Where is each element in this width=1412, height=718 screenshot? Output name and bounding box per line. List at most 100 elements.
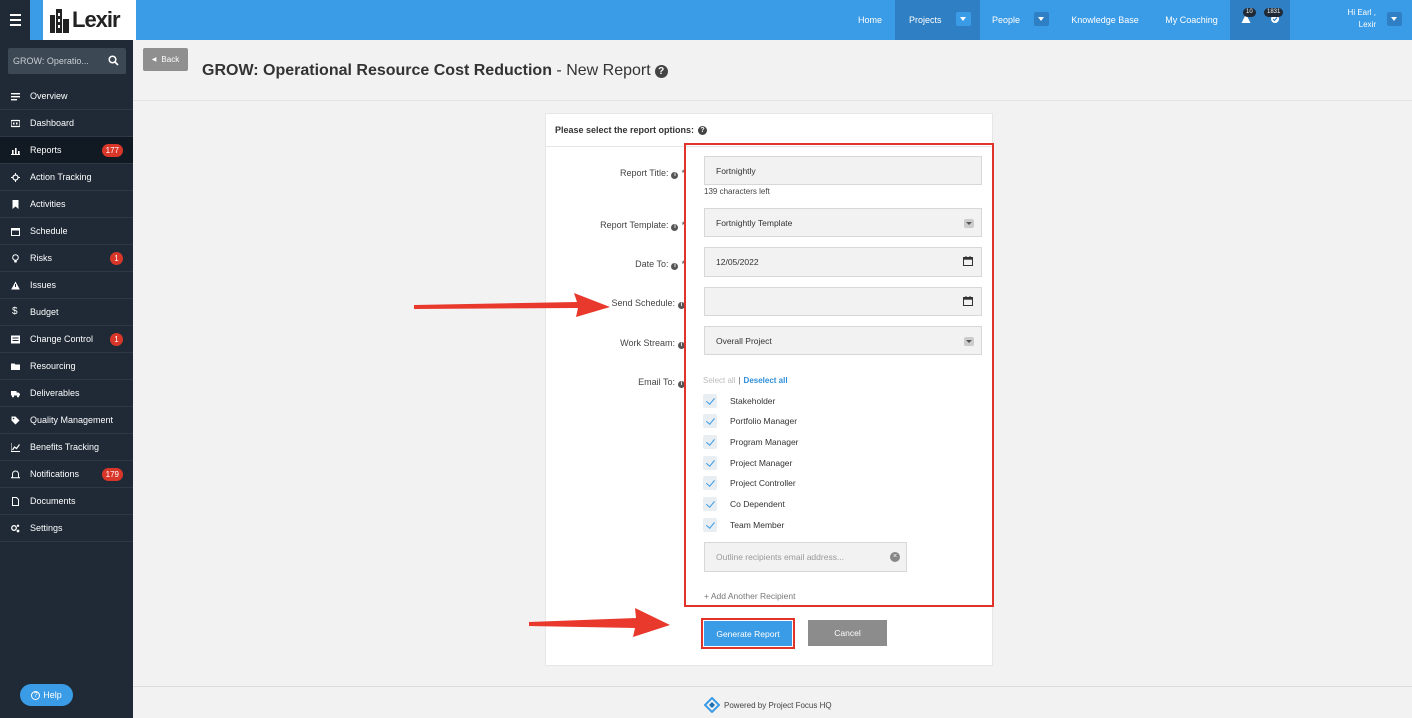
search-icon[interactable] — [108, 55, 119, 66]
info-icon[interactable]: i — [671, 263, 679, 270]
select-all-link[interactable]: Select all — [703, 376, 735, 385]
info-icon[interactable]: i — [678, 302, 685, 309]
checkbox-checked[interactable] — [703, 517, 717, 532]
generate-report-button[interactable]: Generate Report — [704, 621, 792, 646]
checkbox-checked[interactable] — [703, 455, 717, 470]
sidebar-item-dashboard[interactable]: Dashboard — [0, 110, 133, 137]
footer-divider — [133, 686, 1412, 687]
project-search[interactable]: GROW: Operatio... — [8, 48, 126, 74]
sidebar-item-change-control[interactable]: Change Control 1 — [0, 326, 133, 353]
calendar-icon[interactable] — [963, 256, 973, 266]
line-chart-icon — [11, 443, 20, 452]
sidebar-item-deliverables[interactable]: Deliverables — [0, 380, 133, 407]
nav-people[interactable]: People — [980, 0, 1055, 40]
checkbox-checked[interactable] — [703, 496, 717, 511]
calendar-icon — [11, 228, 20, 236]
projects-dropdown-icon[interactable] — [956, 12, 971, 26]
notifications-area — [1230, 0, 1290, 40]
header-divider — [133, 100, 1412, 101]
people-dropdown-icon[interactable] — [1034, 12, 1049, 26]
sidebar-item-benefits-tracking[interactable]: Benefits Tracking — [0, 434, 133, 461]
bell-icon — [11, 470, 20, 479]
work-stream-select[interactable]: Overall Project — [704, 326, 982, 355]
nav-knowledge-base[interactable]: Knowledge Base — [1060, 0, 1150, 40]
recipient-portfolio-manager[interactable]: Portfolio Manager — [703, 413, 797, 428]
back-label: Back — [161, 55, 180, 64]
info-icon[interactable]: i — [671, 172, 679, 179]
sidebar-item-label: Settings — [30, 523, 63, 533]
required-marker: * — [681, 259, 685, 269]
checkbox-checked[interactable] — [703, 475, 717, 490]
date-to-input[interactable]: 12/05/2022 — [704, 247, 982, 277]
card-heading: Please select the report options: ? — [546, 114, 992, 147]
nav-home[interactable]: Home — [845, 0, 895, 40]
footer-text: Powered by Project Focus HQ — [724, 700, 832, 710]
sidebar-menu: Overview Dashboard Reports 177 Action Tr… — [0, 83, 133, 542]
sidebar-item-overview[interactable]: Overview — [0, 83, 133, 110]
recipient-label: Project Manager — [730, 457, 793, 468]
crosshair-icon — [11, 173, 20, 182]
user-dropdown-icon[interactable] — [1387, 12, 1402, 26]
report-title-input[interactable]: Fortnightly — [704, 156, 982, 185]
nav-projects-label: Projects — [909, 15, 942, 25]
nav-my-coaching[interactable]: My Coaching — [1155, 0, 1228, 40]
recipient-project-manager[interactable]: Project Manager — [703, 455, 792, 470]
help-question-icon[interactable]: ? — [654, 65, 668, 78]
sidebar-item-risks[interactable]: Risks 1 — [0, 245, 133, 272]
project-search-text: GROW: Operatio... — [13, 56, 89, 66]
sidebar-item-settings[interactable]: Settings — [0, 515, 133, 542]
add-recipient-link[interactable]: + Add Another Recipient — [704, 591, 795, 601]
logo[interactable]: Lexir — [43, 0, 136, 40]
building-logo-icon — [50, 9, 69, 33]
hamburger-menu-icon[interactable] — [0, 0, 30, 40]
sidebar-item-notifications[interactable]: Notifications 179 — [0, 461, 133, 488]
sidebar-item-reports[interactable]: Reports 177 — [0, 137, 133, 164]
document-icon — [12, 497, 19, 506]
checkbox-checked[interactable] — [703, 413, 717, 428]
recipient-email-input[interactable]: Outline recipients email address... × — [704, 542, 907, 572]
deselect-all-link[interactable]: Deselect all — [744, 376, 788, 385]
user-menu[interactable]: Hi Earl , Lexir — [1348, 7, 1376, 31]
chevron-left-icon: ◀ — [151, 57, 157, 63]
cancel-button[interactable]: Cancel — [808, 620, 887, 646]
recipient-team-member[interactable]: Team Member — [703, 517, 784, 532]
sidebar-item-resourcing[interactable]: Resourcing — [0, 353, 133, 380]
info-icon[interactable]: i — [678, 342, 685, 349]
info-icon[interactable]: i — [678, 381, 685, 388]
recipient-program-manager[interactable]: Program Manager — [703, 434, 799, 449]
sidebar-item-budget[interactable]: $ Budget — [0, 299, 133, 326]
sidebar-item-label: Dashboard — [30, 118, 75, 128]
info-icon[interactable]: i — [671, 224, 679, 231]
recipient-project-controller[interactable]: Project Controller — [703, 475, 796, 490]
report-template-value: Fortnightly Template — [716, 217, 793, 228]
sidebar-item-action-tracking[interactable]: Action Tracking — [0, 164, 133, 191]
sidebar-item-label: Overview — [30, 91, 68, 101]
help-label: Help — [43, 690, 62, 700]
work-stream-value: Overall Project — [716, 335, 772, 346]
recipient-co-dependent[interactable]: Co Dependent — [703, 496, 785, 511]
nav-projects[interactable]: Projects — [895, 0, 980, 40]
required-marker: * — [681, 168, 685, 178]
question-icon[interactable]: ? — [698, 125, 708, 135]
label-text: Date To: — [635, 259, 669, 269]
sidebar: GROW: Operatio... Overview Dashboard Rep… — [0, 40, 133, 718]
recipient-label: Project Controller — [730, 477, 796, 488]
sidebar-item-label: Risks — [30, 253, 52, 263]
send-schedule-input[interactable] — [704, 287, 982, 316]
sidebar-item-label: Notifications — [30, 469, 80, 479]
checkbox-checked[interactable] — [703, 393, 717, 408]
sidebar-item-quality-management[interactable]: Quality Management — [0, 407, 133, 434]
checkbox-checked[interactable] — [703, 434, 717, 449]
sidebar-item-schedule[interactable]: Schedule — [0, 218, 133, 245]
help-button[interactable]: ? Help — [20, 684, 73, 706]
notifications-count-badge: 179 — [101, 468, 123, 481]
recipient-stakeholder[interactable]: Stakeholder — [703, 393, 775, 408]
sidebar-item-issues[interactable]: Issues — [0, 272, 133, 299]
calendar-icon[interactable] — [963, 296, 973, 306]
sidebar-item-documents[interactable]: Documents — [0, 488, 133, 515]
sidebar-item-activities[interactable]: Activities — [0, 191, 133, 218]
report-template-select[interactable]: Fortnightly Template — [704, 208, 982, 237]
back-button[interactable]: ◀ Back — [143, 48, 188, 71]
annotation-arrow-icon — [529, 608, 670, 637]
clear-icon[interactable]: × — [890, 552, 900, 562]
